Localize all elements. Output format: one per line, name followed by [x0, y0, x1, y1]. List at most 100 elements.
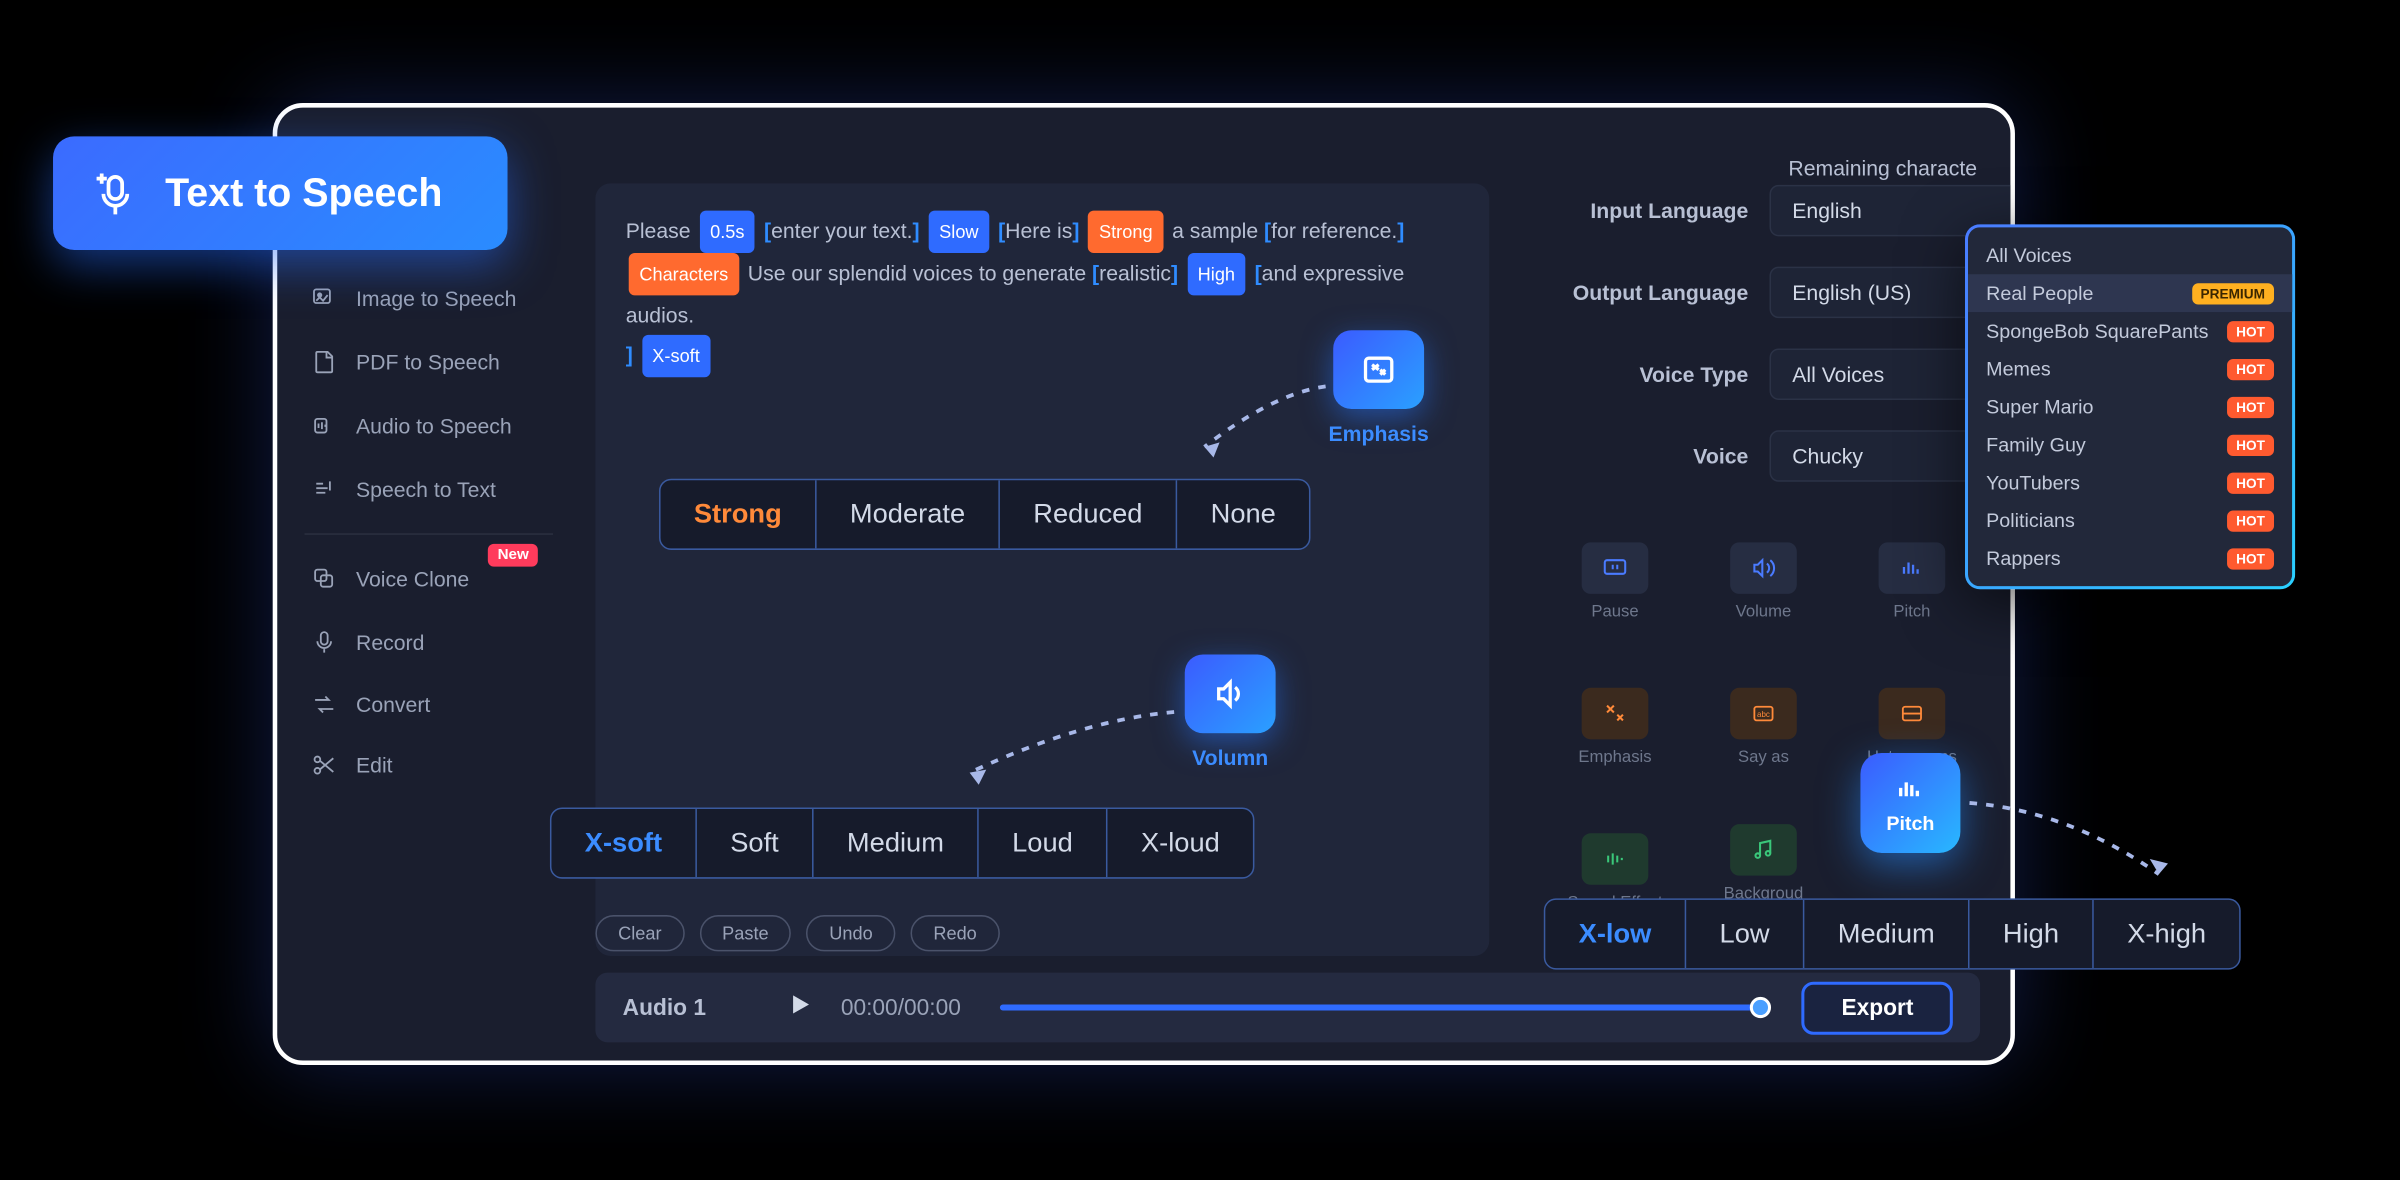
tool-volume[interactable]: Volume — [1706, 524, 1821, 639]
seek-track[interactable] — [1000, 1004, 1762, 1010]
image-icon — [311, 285, 338, 312]
volume-icon — [1747, 554, 1780, 581]
tag-high[interactable]: High — [1187, 253, 1246, 295]
voice-dropdown-item[interactable]: Family GuyHOT — [1968, 426, 2292, 464]
tag-xsoft[interactable]: X-soft — [642, 335, 711, 377]
sidebar-item-label: Image to Speech — [356, 286, 516, 310]
tool-pitch[interactable]: Pitch — [1854, 524, 1969, 639]
volume-icon — [1207, 674, 1252, 713]
voice-dropdown-item[interactable]: All Voices — [1968, 236, 2292, 274]
tag-strong[interactable]: Strong — [1088, 211, 1163, 253]
voice-type-dropdown: All VoicesReal PeoplePREMIUMSpongeBob Sq… — [1965, 224, 2295, 589]
hot-badge: HOT — [2227, 358, 2274, 379]
sidebar-item-edit[interactable]: Edit — [277, 735, 580, 796]
emphasis-option-reduced[interactable]: Reduced — [1000, 480, 1177, 548]
emphasis-option-none[interactable]: None — [1177, 480, 1309, 548]
tool-sayas[interactable]: abc Say as — [1706, 670, 1821, 785]
voice-dropdown-label: SpongeBob SquarePants — [1986, 320, 2208, 343]
field-output-language: Output Language English (US) — [1520, 265, 2015, 320]
voice-dropdown-label: Real People — [1986, 282, 2093, 305]
play-button[interactable] — [786, 990, 813, 1025]
undo-button[interactable]: Undo — [807, 915, 896, 951]
clone-icon — [311, 565, 338, 592]
volume-option-xsoft[interactable]: X-soft — [551, 809, 696, 877]
pitch-option-xlow[interactable]: X-low — [1545, 900, 1686, 968]
pitch-option-low[interactable]: Low — [1686, 900, 1804, 968]
hot-badge: HOT — [2227, 434, 2274, 455]
text-to-speech-badge: Text to Speech — [53, 136, 508, 250]
voice-dropdown-item[interactable]: YouTubers HOT — [1968, 464, 2292, 502]
volume-option-xloud[interactable]: X-loud — [1108, 809, 1253, 877]
audio-title: Audio 1 — [623, 995, 759, 1021]
pdf-icon — [311, 348, 338, 375]
seek-thumb[interactable] — [1751, 997, 1772, 1018]
emphasis-option-moderate[interactable]: Moderate — [817, 480, 1000, 548]
tool-pause[interactable]: Pause — [1557, 524, 1672, 639]
redo-button[interactable]: Redo — [911, 915, 1000, 951]
sidebar-item-convert[interactable]: Convert — [277, 674, 580, 735]
volume-option-medium[interactable]: Medium — [814, 809, 979, 877]
clear-button[interactable]: Clear — [595, 915, 684, 951]
voice-dropdown-label: YouTubers — [1986, 471, 2080, 494]
sidebar-item-label: Voice Clone — [356, 567, 469, 591]
volume-option-loud[interactable]: Loud — [979, 809, 1108, 877]
voice-dropdown-item[interactable]: PoliticiansHOT — [1968, 501, 2292, 539]
pitch-option-high[interactable]: High — [1970, 900, 2094, 968]
hot-badge: HOT — [2227, 472, 2274, 493]
field-label: Voice Type — [1520, 362, 1770, 386]
time-display: 00:00/00:00 — [841, 995, 961, 1021]
sidebar-item-voice-clone[interactable]: New Voice Clone — [277, 547, 580, 611]
field-label: Output Language — [1520, 280, 1770, 304]
hot-badge: HOT — [2227, 320, 2274, 341]
pitch-option-medium[interactable]: Medium — [1804, 900, 1969, 968]
mic-text-icon — [86, 166, 141, 221]
sound-effect-icon — [1598, 845, 1631, 872]
hot-badge: HOT — [2227, 396, 2274, 417]
field-label: Voice — [1520, 444, 1770, 468]
hot-badge: HOT — [2227, 510, 2274, 531]
sidebar: Image to Speech PDF to Speech Audio to S… — [277, 108, 580, 1061]
pitch-options: X-low Low Medium High X-high — [1544, 898, 2241, 969]
sidebar-item-label: Speech to Text — [356, 477, 496, 501]
pitch-option-xhigh[interactable]: X-high — [2094, 900, 2239, 968]
voice-dropdown-item[interactable]: Super MarioHOT — [1968, 388, 2292, 426]
sidebar-item-label: PDF to Speech — [356, 350, 500, 374]
emphasis-icon — [1598, 700, 1631, 727]
field-label: Input Language — [1520, 198, 1770, 222]
heteronyms-icon — [1895, 700, 1928, 727]
export-button[interactable]: Export — [1802, 981, 1953, 1034]
sayas-icon: abc — [1747, 700, 1780, 727]
sidebar-item-pdf-to-speech[interactable]: PDF to Speech — [277, 330, 580, 394]
field-voice-type: Voice Type All Voices — [1520, 347, 2015, 402]
pause-icon — [1598, 554, 1631, 581]
voice-dropdown-label: Rappers — [1986, 547, 2060, 570]
paste-button[interactable]: Paste — [699, 915, 791, 951]
tag-pause[interactable]: 0.5s — [699, 211, 755, 253]
sidebar-item-record[interactable]: Record — [277, 611, 580, 675]
emphasis-option-strong[interactable]: Strong — [661, 480, 817, 548]
voice-dropdown-label: All Voices — [1986, 244, 2071, 267]
tag-slow[interactable]: Slow — [929, 211, 990, 253]
tool-emphasis[interactable]: Emphasis — [1557, 670, 1672, 785]
pitch-icon — [1895, 554, 1928, 581]
hot-badge: HOT — [2227, 548, 2274, 569]
convert-icon — [311, 691, 338, 718]
sidebar-item-audio-to-speech[interactable]: Audio to Speech — [277, 394, 580, 458]
volume-options: X-soft Soft Medium Loud X-loud — [550, 807, 1255, 878]
badge-label: Text to Speech — [165, 170, 442, 217]
svg-text:abc: abc — [1757, 710, 1770, 719]
sidebar-item-image-to-speech[interactable]: Image to Speech — [277, 267, 580, 331]
remaining-characters-label: Remaining characte — [1788, 156, 1977, 180]
sidebar-item-label: Convert — [356, 692, 430, 716]
voice-dropdown-item[interactable]: SpongeBob SquarePants HOT — [1968, 312, 2292, 350]
new-badge: New — [488, 544, 537, 567]
emphasis-options: Strong Moderate Reduced None — [659, 479, 1311, 550]
tag-characters[interactable]: Characters — [629, 253, 739, 295]
tool-pitch-active[interactable]: Pitch — [1860, 753, 1960, 853]
voice-dropdown-item[interactable]: Rappers HOT — [1968, 539, 2292, 577]
callout-emphasis: Emphasis — [1323, 330, 1435, 445]
sidebar-item-speech-to-text[interactable]: Speech to Text — [277, 458, 580, 522]
voice-dropdown-item[interactable]: Real PeoplePREMIUM — [1968, 274, 2292, 312]
voice-dropdown-item[interactable]: MemesHOT — [1968, 350, 2292, 388]
volume-option-soft[interactable]: Soft — [697, 809, 814, 877]
